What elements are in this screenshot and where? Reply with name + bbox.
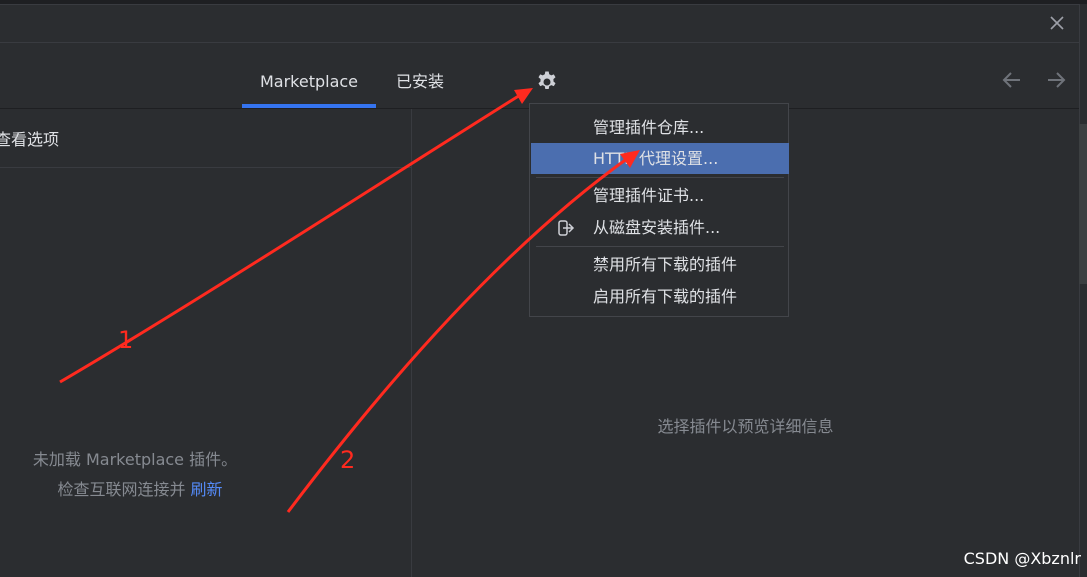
close-icon[interactable]	[1045, 11, 1069, 35]
arrow-left-icon[interactable]	[1000, 68, 1024, 92]
install-from-disk-icon	[558, 220, 575, 236]
empty-message-prefix: 检查互联网连接并	[57, 480, 191, 499]
watermark: CSDN @Xbznlr	[963, 549, 1081, 568]
view-options-header[interactable]: 查看选项	[0, 109, 411, 168]
gear-icon[interactable]	[535, 70, 559, 94]
plugin-list-panel: 查看选项 未加载 Marketplace 插件。 检查互联网连接并 刷新	[0, 109, 412, 577]
menu-item-http-proxy-settings[interactable]: HTTP 代理设置...	[531, 143, 789, 174]
menu-item-manage-certificates[interactable]: 管理插件证书...	[531, 180, 789, 211]
empty-message-line2: 检查互联网连接并 刷新	[0, 475, 270, 505]
menu-item-manage-repositories[interactable]: 管理插件仓库...	[531, 112, 789, 143]
empty-message-line1: 未加载 Marketplace 插件。	[32, 450, 238, 469]
marketplace-empty-message: 未加载 Marketplace 插件。 检查互联网连接并 刷新	[0, 445, 270, 505]
plugin-tab-bar: Marketplace 已安装	[0, 43, 1079, 109]
arrow-right-icon[interactable]	[1044, 68, 1068, 92]
menu-item-install-from-disk[interactable]: 从磁盘安装插件...	[531, 212, 789, 243]
scrollbar-edge	[1079, 124, 1087, 284]
menu-item-disable-downloaded[interactable]: 禁用所有下载的插件	[531, 249, 789, 280]
plugins-dialog: Marketplace 已安装 查看选项 未加载 Marketplace 插件。…	[0, 4, 1080, 577]
tab-installed[interactable]: 已安装	[392, 43, 448, 105]
preview-placeholder: 选择插件以预览详细信息	[657, 417, 834, 436]
dialog-titlebar	[0, 5, 1079, 43]
menu-separator	[536, 246, 784, 247]
menu-item-enable-downloaded[interactable]: 启用所有下载的插件	[531, 281, 789, 312]
settings-dropdown-menu: 管理插件仓库... HTTP 代理设置... 管理插件证书... 从磁盘安装插件…	[529, 103, 789, 317]
menu-separator	[536, 177, 784, 178]
refresh-link[interactable]: 刷新	[191, 480, 223, 499]
menu-item-install-from-disk-label: 从磁盘安装插件...	[593, 218, 721, 237]
tab-marketplace[interactable]: Marketplace	[242, 43, 376, 108]
